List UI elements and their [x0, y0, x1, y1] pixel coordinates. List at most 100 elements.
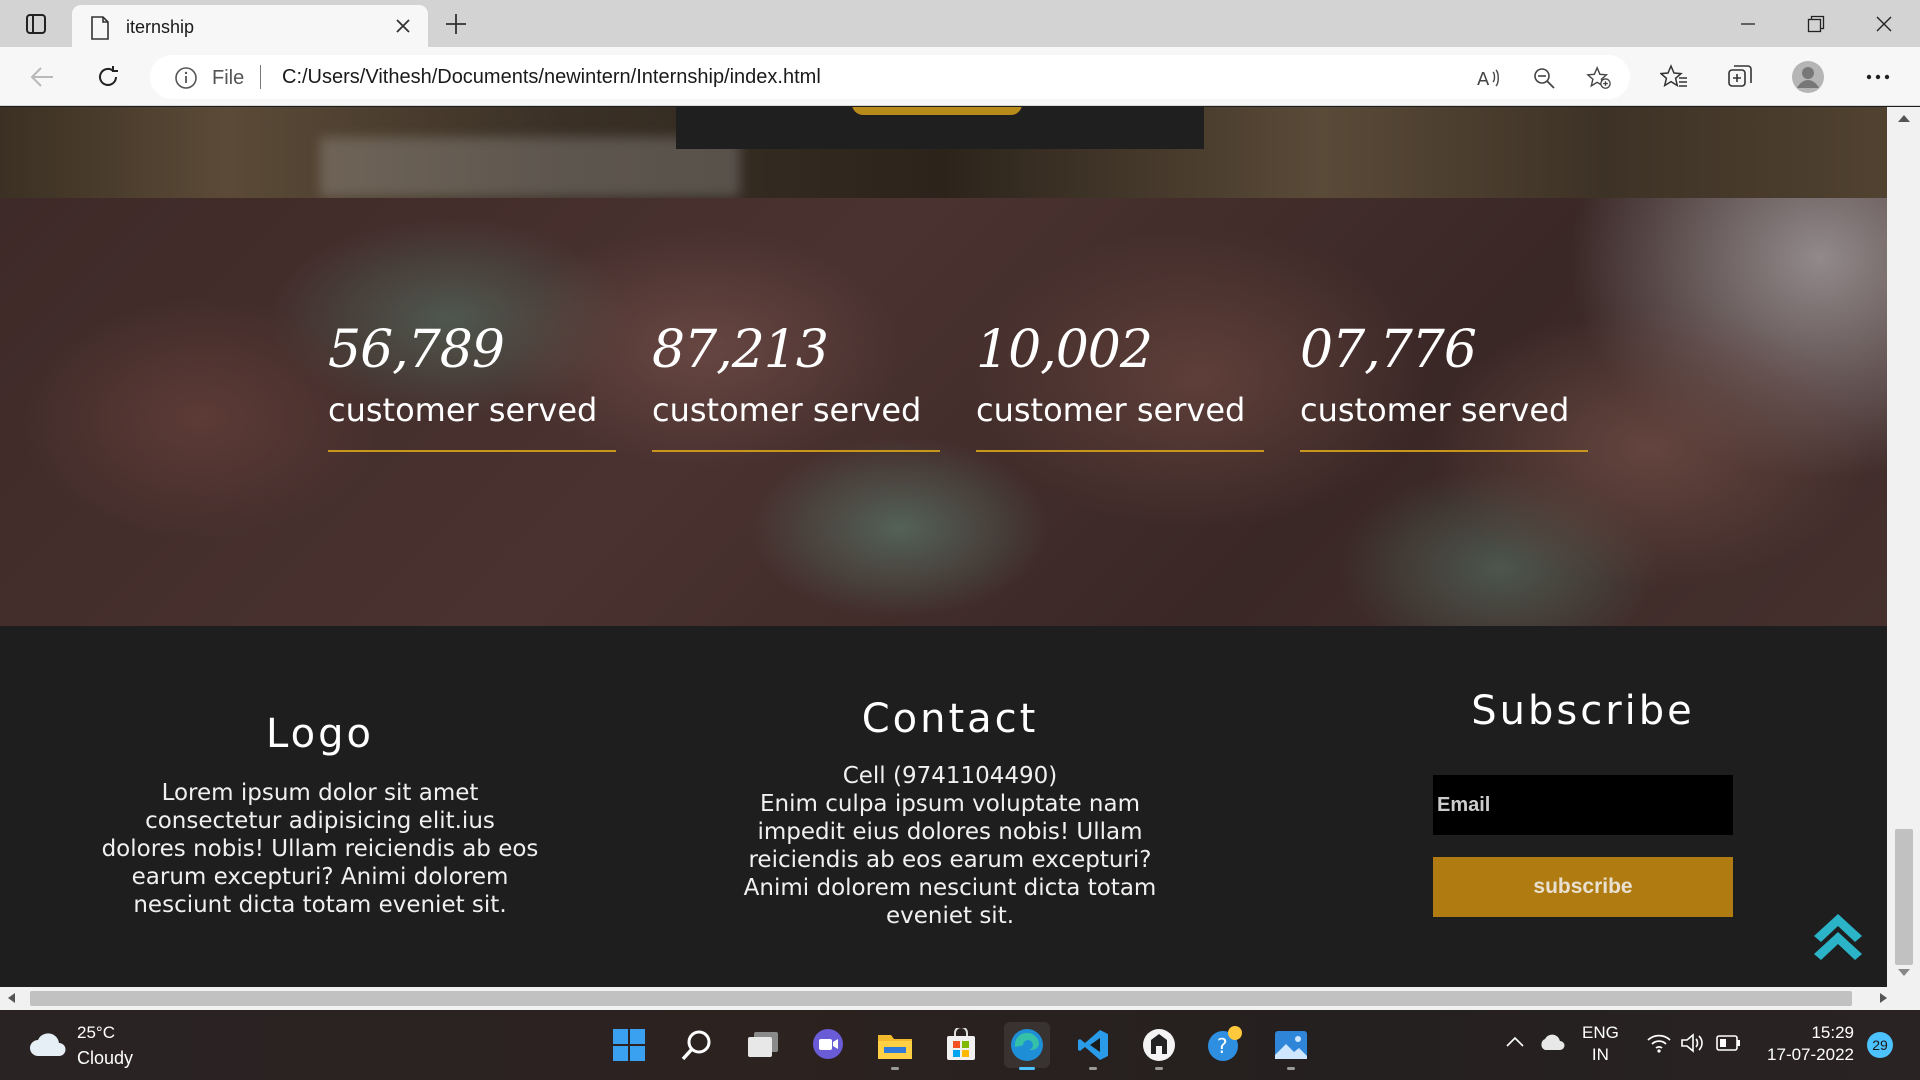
stat-underline — [328, 450, 616, 452]
clock-time: 15:29 — [1811, 1023, 1854, 1042]
more-menu-icon[interactable] — [1862, 61, 1894, 93]
scroll-left-arrow-icon[interactable] — [8, 993, 15, 1003]
horizontal-scroll-thumb[interactable] — [30, 991, 1852, 1006]
vertical-scroll-thumb[interactable] — [1895, 829, 1913, 965]
svg-text:A: A — [1477, 69, 1490, 89]
file-explorer-icon[interactable] — [872, 1022, 918, 1070]
close-tab-icon[interactable] — [392, 15, 414, 37]
vertical-scrollbar[interactable] — [1887, 107, 1920, 987]
teams-chat-icon[interactable] — [805, 1022, 851, 1068]
weather-temperature[interactable]: 25°C — [77, 1023, 115, 1043]
windows-taskbar: 25°C Cloudy ? ENG IN 15:29 17-07-2022 29 — [0, 1010, 1920, 1080]
stat-number: 07,776 — [1300, 320, 1477, 380]
task-view-icon[interactable] — [740, 1022, 786, 1068]
clock-date: 17-07-2022 — [1767, 1045, 1854, 1064]
hero-content-box — [676, 107, 1204, 149]
language-code: ENG — [1582, 1023, 1619, 1042]
scroll-down-arrow-icon[interactable] — [1898, 969, 1910, 976]
scroll-up-arrow-icon[interactable] — [1898, 115, 1910, 122]
url-text[interactable]: C:/Users/Vithesh/Documents/newintern/Int… — [282, 66, 821, 89]
minimize-icon[interactable] — [1724, 8, 1772, 40]
add-favorite-icon[interactable] — [1586, 65, 1612, 91]
onedrive-cloud-icon[interactable] — [1538, 1032, 1566, 1057]
hero-button[interactable] — [852, 107, 1022, 115]
stat-number: 87,213 — [652, 320, 829, 380]
new-tab-icon[interactable] — [442, 10, 470, 38]
stat-underline — [976, 450, 1264, 452]
region-code: IN — [1591, 1045, 1609, 1064]
search-icon[interactable] — [674, 1022, 720, 1068]
running-indicator — [1287, 1067, 1295, 1070]
browser-tab-bar: iternship — [0, 0, 1920, 47]
page-file-icon — [90, 16, 110, 45]
browser-toolbar: File C:/Users/Vithesh/Documents/newinter… — [0, 47, 1920, 106]
footer-logo-text: Lorem ipsum dolor sit amet consectetur a… — [101, 780, 539, 918]
cloud-weather-icon[interactable] — [28, 1030, 68, 1063]
stat-label: customer served — [976, 391, 1246, 429]
system-clock[interactable]: 15:29 17-07-2022 — [1760, 1022, 1854, 1066]
microsoft-store-icon[interactable] — [938, 1022, 984, 1068]
stat-label: customer served — [1300, 391, 1570, 429]
github-desktop-icon[interactable] — [1136, 1022, 1182, 1070]
edge-browser-icon[interactable] — [1004, 1022, 1050, 1070]
stat-item: 10,002 customer served — [976, 318, 1264, 452]
read-aloud-icon[interactable]: A — [1476, 65, 1502, 91]
favorites-icon[interactable] — [1658, 61, 1690, 93]
footer-subscribe-heading: Subscribe — [1471, 688, 1695, 734]
running-indicator — [1089, 1067, 1097, 1070]
address-divider — [260, 65, 261, 89]
footer-contact-phone: Cell (9741104490) — [842, 763, 1058, 789]
footer-logo-column: Logo Lorem ipsum dolor sit amet consecte… — [100, 711, 540, 919]
horizontal-scrollbar[interactable] — [0, 987, 1920, 1010]
zoom-out-icon[interactable] — [1531, 65, 1557, 91]
stat-number: 56,789 — [328, 320, 505, 380]
stat-number: 10,002 — [976, 320, 1153, 380]
running-indicator — [891, 1067, 899, 1070]
email-field[interactable] — [1433, 775, 1733, 835]
show-hidden-icons-chevron-icon[interactable] — [1505, 1034, 1525, 1053]
stat-item: 56,789 customer served — [328, 318, 616, 452]
page-viewport: 56,789 customer served 87,213 customer s… — [0, 107, 1887, 987]
close-window-icon[interactable] — [1860, 8, 1908, 40]
tab-actions-menu-icon[interactable] — [14, 10, 58, 38]
footer-subscribe-column: Subscribe — [1433, 688, 1733, 734]
stat-underline — [1300, 450, 1588, 452]
battery-icon[interactable] — [1716, 1034, 1742, 1057]
footer-contact-text: Enim culpa ipsum voluptate nam impedit e… — [743, 791, 1157, 929]
hero-background-image — [0, 107, 1887, 198]
svg-text:?: ? — [1217, 1034, 1228, 1058]
tab-title: iternship — [126, 17, 195, 37]
scroll-to-top-icon[interactable] — [1810, 910, 1866, 960]
address-scheme-label: File — [212, 67, 245, 89]
language-indicator[interactable]: ENG IN — [1582, 1022, 1619, 1066]
weather-condition[interactable]: Cloudy — [77, 1048, 133, 1069]
photos-icon[interactable] — [1268, 1022, 1314, 1070]
address-bar[interactable]: File C:/Users/Vithesh/Documents/newinter… — [150, 55, 1630, 99]
refresh-icon[interactable] — [92, 61, 124, 93]
notification-badge[interactable]: 29 — [1867, 1032, 1893, 1058]
collections-icon[interactable] — [1724, 61, 1756, 93]
browser-tab[interactable]: iternship — [72, 5, 428, 47]
footer-contact-heading: Contact — [861, 696, 1039, 742]
active-running-indicator — [1019, 1067, 1035, 1070]
footer-contact-column: Contact Cell (9741104490) Enim culpa ips… — [735, 696, 1165, 930]
start-windows-icon[interactable] — [606, 1022, 652, 1068]
wifi-icon[interactable] — [1646, 1032, 1672, 1059]
site-info-icon[interactable] — [174, 66, 198, 95]
volume-icon[interactable] — [1680, 1032, 1706, 1059]
profile-avatar-icon[interactable] — [1792, 61, 1824, 93]
stat-label: customer served — [652, 391, 922, 429]
vscode-icon[interactable] — [1070, 1022, 1116, 1070]
scroll-right-arrow-icon[interactable] — [1880, 993, 1887, 1003]
stat-underline — [652, 450, 940, 452]
stat-label: customer served — [328, 391, 598, 429]
running-indicator — [1155, 1067, 1163, 1070]
back-arrow-icon[interactable] — [26, 61, 58, 93]
site-footer: Logo Lorem ipsum dolor sit amet consecte… — [0, 626, 1887, 987]
subscribe-button[interactable]: subscribe — [1433, 857, 1733, 917]
stat-item: 87,213 customer served — [652, 318, 940, 452]
restore-icon[interactable] — [1792, 8, 1840, 40]
stats-section: 56,789 customer served 87,213 customer s… — [0, 198, 1887, 626]
get-help-icon[interactable]: ? — [1202, 1022, 1248, 1068]
stat-item: 07,776 customer served — [1300, 318, 1588, 452]
